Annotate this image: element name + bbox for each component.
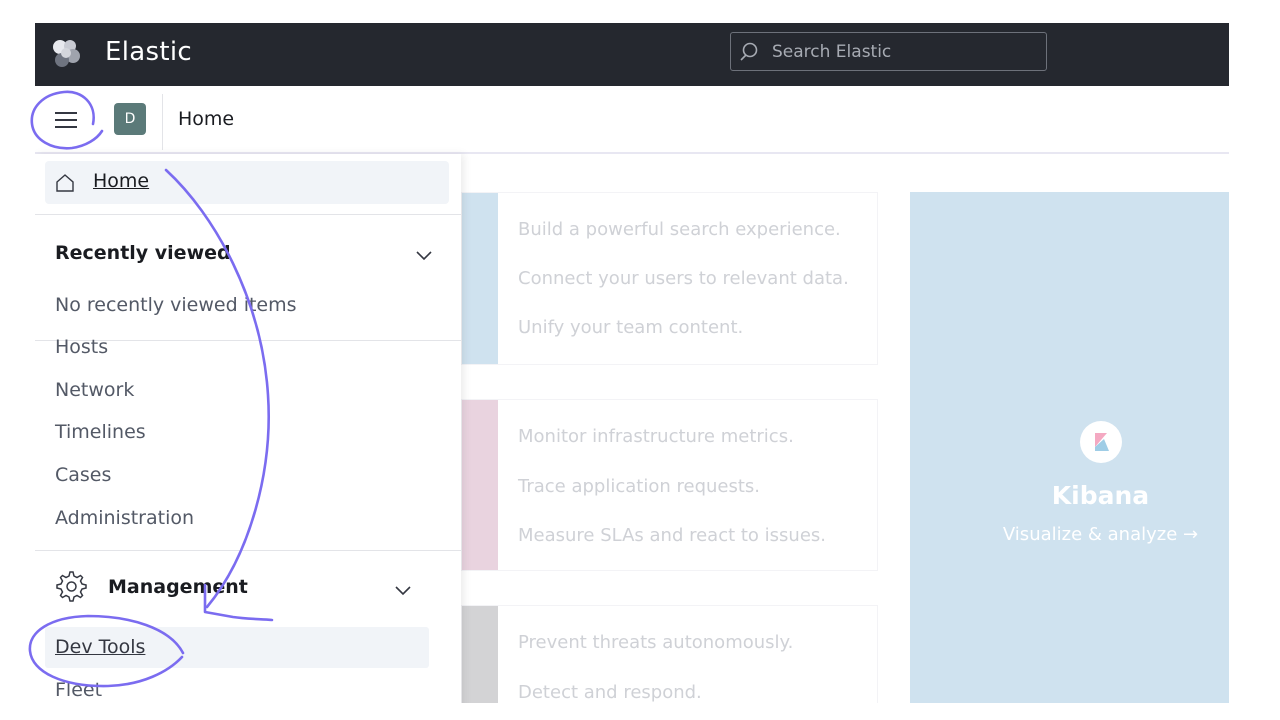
hamburger-icon-bar	[55, 126, 77, 128]
header-divider	[162, 94, 163, 150]
sub-header: D Home	[35, 86, 1229, 154]
nav-item-home[interactable]: Home	[45, 161, 449, 204]
card-text: Unify your team content.	[518, 317, 744, 338]
nav-item-fleet[interactable]: Fleet	[55, 679, 102, 701]
nav-divider	[35, 214, 461, 215]
kibana-card[interactable]: Kibana Visualize & analyze →	[910, 192, 1229, 703]
nav-item-cases[interactable]: Cases	[55, 464, 111, 486]
home-icon	[56, 174, 74, 192]
kibana-app: Elastic Search Elastic D Home Build a po…	[35, 23, 1229, 703]
card-stripe	[462, 606, 498, 703]
card-text: Prevent threats autonomously.	[518, 632, 794, 653]
nav-divider	[35, 550, 461, 551]
nav-item-administration[interactable]: Administration	[55, 507, 194, 529]
card-stripe	[462, 400, 498, 570]
kibana-title: Kibana	[1051, 481, 1150, 510]
menu-toggle-button[interactable]	[45, 103, 87, 137]
management-heading[interactable]: Management	[108, 576, 248, 598]
dev-tools-label: Dev Tools	[55, 636, 146, 658]
elastic-logo-icon[interactable]	[49, 37, 83, 71]
breadcrumb[interactable]: Home	[178, 108, 234, 130]
arrow-right-icon: →	[1183, 524, 1199, 545]
app-title: Elastic	[105, 37, 192, 67]
avatar[interactable]: D	[114, 103, 146, 135]
card-stripe	[462, 193, 498, 364]
hamburger-icon-bar	[55, 119, 77, 121]
nav-panel: Home Recently viewed No recently viewed …	[35, 154, 461, 703]
search-placeholder: Search Elastic	[772, 42, 892, 62]
solution-card-security[interactable]: Prevent threats autonomously. Detect and…	[461, 605, 878, 703]
kibana-link[interactable]: Visualize & analyze →	[910, 524, 1229, 545]
kibana-link-text: Visualize & analyze	[1002, 524, 1178, 545]
card-text: Monitor infrastructure metrics.	[518, 426, 794, 447]
chevron-down-icon[interactable]	[415, 249, 433, 261]
card-text: Build a powerful search experience.	[518, 219, 841, 240]
solution-card-search[interactable]: Build a powerful search experience. Conn…	[461, 192, 878, 365]
kibana-glyph-icon	[1095, 433, 1109, 451]
solution-card-observability[interactable]: Monitor infrastructure metrics. Trace ap…	[461, 399, 878, 571]
search-icon	[740, 42, 758, 61]
card-text: Detect and respond.	[518, 682, 702, 703]
card-text: Measure SLAs and react to issues.	[518, 525, 827, 546]
search-input[interactable]: Search Elastic	[730, 32, 1047, 71]
nav-item-dev-tools[interactable]: Dev Tools	[45, 627, 429, 668]
recently-viewed-heading[interactable]: Recently viewed	[55, 242, 231, 264]
chevron-down-icon[interactable]	[394, 584, 412, 596]
recently-viewed-empty: No recently viewed items	[55, 294, 297, 316]
kibana-logo-icon	[1080, 421, 1122, 463]
card-text: Connect your users to relevant data.	[518, 268, 849, 289]
nav-item-timelines[interactable]: Timelines	[55, 421, 146, 443]
gear-icon	[56, 571, 87, 602]
nav-item-network[interactable]: Network	[55, 379, 134, 401]
hamburger-icon	[55, 112, 77, 114]
card-text: Trace application requests.	[518, 476, 761, 497]
home-content: Build a powerful search experience. Conn…	[461, 154, 1229, 703]
nav-item-hosts[interactable]: Hosts	[55, 336, 108, 358]
nav-home-label: Home	[93, 170, 150, 192]
top-bar: Elastic Search Elastic	[35, 23, 1229, 86]
